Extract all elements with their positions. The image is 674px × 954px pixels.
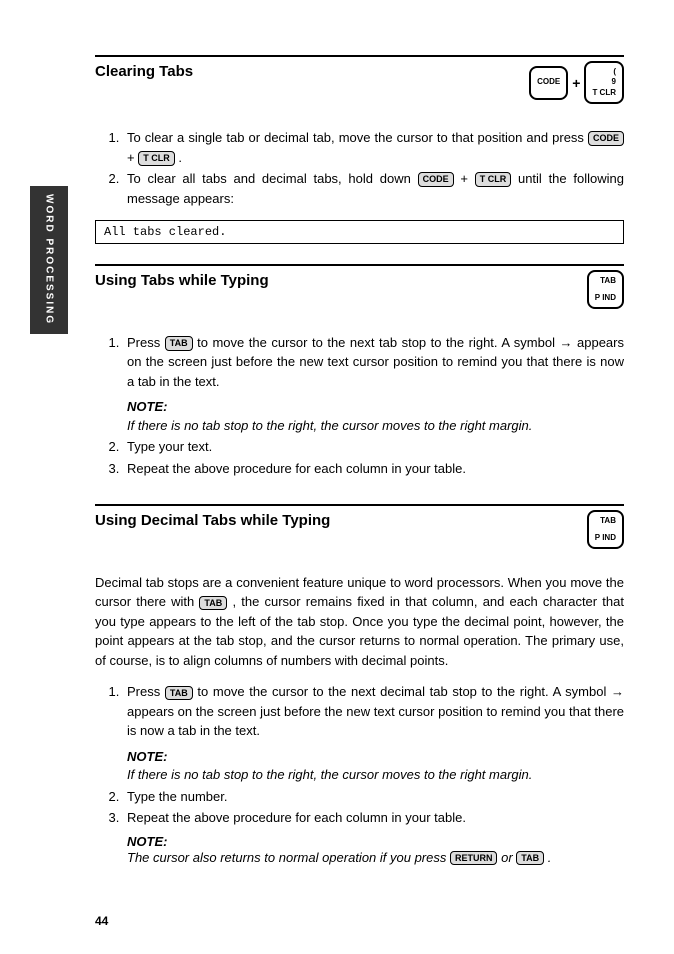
arrow-icon: → (559, 335, 572, 350)
note-text: If there is no tab stop to the right, th… (127, 417, 624, 435)
rule (95, 55, 624, 57)
key-tab-pind: TAB P IND (587, 510, 624, 549)
text: To clear all tabs and decimal tabs, hold… (127, 171, 418, 186)
section-3-steps: Press TAB to move the cursor to the next… (95, 682, 624, 827)
key-label-bot: P IND (595, 533, 616, 543)
key-tab-inline: TAB (165, 336, 193, 351)
text: to move the cursor to the next tab stop … (197, 335, 559, 350)
message-box: All tabs cleared. (95, 220, 624, 244)
arrow-icon: → (611, 684, 624, 699)
key-label-bot: P IND (595, 293, 616, 303)
section-2-title: Using Tabs while Typing (95, 270, 269, 289)
key-tab-pind: TAB P IND (587, 270, 624, 309)
step-2: Type the number. (123, 787, 624, 807)
key-tclr-inline: T CLR (475, 172, 512, 187)
section-1-steps: To clear a single tab or decimal tab, mo… (95, 128, 624, 208)
section-3-note-2: NOTE: The cursor also returns to normal … (127, 834, 624, 867)
step-2: Type your text. (123, 437, 624, 457)
step-1: Press TAB to move the cursor to the next… (123, 682, 624, 784)
key-tab-inline: TAB (516, 851, 544, 866)
key-9-tclr: ( 9 T CLR (584, 61, 624, 104)
key-tab-inline: TAB (199, 596, 227, 611)
section-2-steps: Press TAB to move the cursor to the next… (95, 333, 624, 478)
section-1-header: Clearing Tabs CODE + ( 9 T CLR (95, 61, 624, 104)
page-content: Clearing Tabs CODE + ( 9 T CLR To clear … (0, 0, 674, 897)
key-code-inline: CODE (588, 131, 624, 146)
key-tab-inline: TAB (165, 686, 193, 701)
key-code: CODE (529, 66, 568, 100)
text: + (127, 150, 138, 165)
step-3: Repeat the above procedure for each colu… (123, 808, 624, 828)
step-1: Press TAB to move the cursor to the next… (123, 333, 624, 435)
text: . (178, 150, 182, 165)
text: + (460, 171, 474, 186)
text: appears on the screen just before the ne… (127, 704, 624, 739)
step-3: Repeat the above procedure for each colu… (123, 459, 624, 479)
key-label-top: TAB (595, 516, 616, 526)
section-3-header: Using Decimal Tabs while Typing TAB P IN… (95, 510, 624, 549)
key-label: CODE (537, 77, 560, 87)
text: . (548, 850, 552, 865)
key-return-inline: RETURN (450, 851, 498, 866)
key-label-top: TAB (595, 276, 616, 286)
page-number: 44 (95, 914, 108, 928)
rule (95, 504, 624, 506)
key-tclr-inline: T CLR (138, 151, 175, 166)
note-label: NOTE: (127, 747, 624, 767)
section-2-header: Using Tabs while Typing TAB P IND (95, 270, 624, 309)
note-label: NOTE: (127, 834, 624, 849)
step-1: To clear a single tab or decimal tab, mo… (123, 128, 624, 167)
key-label-bot: T CLR (592, 88, 616, 98)
text: To clear a single tab or decimal tab, mo… (127, 130, 588, 145)
plus-icon: + (572, 75, 580, 91)
rule (95, 264, 624, 266)
text: or (501, 850, 516, 865)
text: The cursor also returns to normal operat… (127, 850, 450, 865)
section-3-intro: Decimal tab stops are a convenient featu… (95, 573, 624, 671)
section-1-title: Clearing Tabs (95, 61, 193, 80)
text: Press (127, 684, 165, 699)
step-2: To clear all tabs and decimal tabs, hold… (123, 169, 624, 208)
key-combo-code-tclr: CODE + ( 9 T CLR (529, 61, 624, 104)
note-label: NOTE: (127, 397, 624, 417)
key-label-top: ( (592, 67, 616, 77)
note-text: If there is no tab stop to the right, th… (127, 766, 624, 784)
section-3-title: Using Decimal Tabs while Typing (95, 510, 330, 529)
key-label-mid: 9 (592, 77, 616, 87)
key-code-inline: CODE (418, 172, 454, 187)
text: to move the cursor to the next decimal t… (197, 684, 611, 699)
note-text: The cursor also returns to normal operat… (127, 849, 624, 867)
text: Press (127, 335, 165, 350)
